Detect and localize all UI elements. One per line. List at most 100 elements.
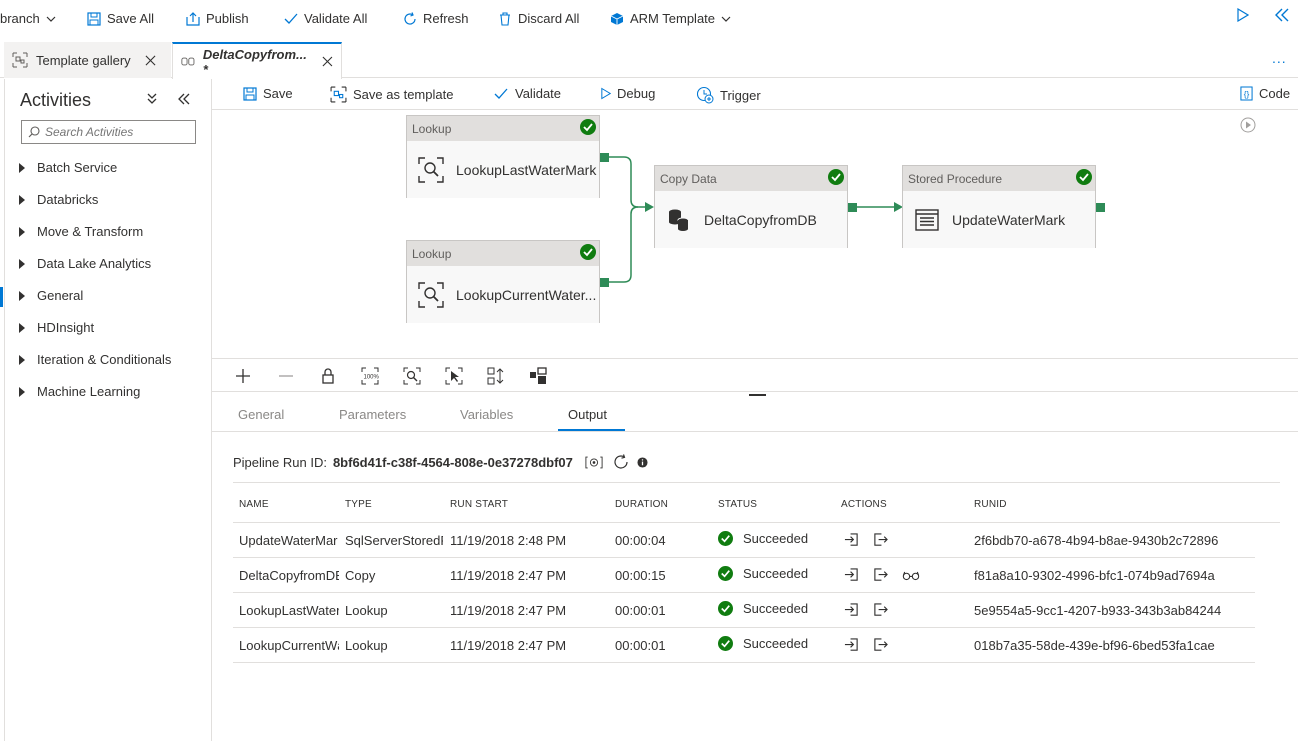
activity-node-stored-procedure[interactable]: Stored Procedure UpdateWaterMark	[902, 165, 1096, 248]
output-icon[interactable]	[873, 567, 888, 582]
refresh-label: Refresh	[423, 11, 469, 26]
validate-all-label: Validate All	[304, 11, 368, 26]
run-circle-icon[interactable]	[1240, 117, 1256, 133]
branch-dropdown[interactable]: branch	[0, 11, 56, 26]
save-all-label: Save All	[107, 11, 154, 26]
layout-icon[interactable]	[529, 367, 547, 385]
table-row[interactable]: DeltaCopyfromDE Copy 11/19/2018 2:47 PM 00:…	[233, 558, 1255, 593]
svg-text:{}: {}	[1244, 89, 1250, 99]
table-row[interactable]: UpdateWaterMar SqlServerStoredP 11/19/2018…	[233, 523, 1255, 558]
success-check-icon	[718, 531, 733, 546]
category-data-lake-analytics[interactable]: Data Lake Analytics	[19, 256, 151, 271]
output-icon[interactable]	[873, 637, 888, 652]
trigger-label: Trigger	[720, 87, 761, 103]
cell-status: Succeeded	[718, 566, 808, 581]
lookup-icon	[418, 281, 444, 308]
zoom-out-icon[interactable]	[277, 367, 295, 385]
canvas-controls: 100%	[212, 358, 1298, 392]
copy-data-icon	[669, 209, 689, 231]
search-input[interactable]	[45, 125, 185, 139]
cell-run-start: 11/19/2018 2:47 PM	[450, 568, 567, 583]
close-icon[interactable]	[145, 55, 156, 66]
publish-button[interactable]: Publish	[186, 11, 249, 26]
search-activities[interactable]	[21, 120, 196, 144]
run-icon[interactable]	[1237, 8, 1249, 22]
column-header: ACTIONS	[841, 499, 887, 510]
node-type-label: Lookup	[412, 246, 452, 261]
top-toolbar: branch Save All Publish Validate All Ref…	[0, 0, 1298, 40]
expand-arrow-icon	[19, 290, 25, 301]
validate-button[interactable]: Validate	[493, 86, 561, 101]
tab-variables[interactable]: Variables	[460, 407, 513, 422]
tab-parameters[interactable]: Parameters	[339, 407, 406, 422]
lock-icon[interactable]	[319, 367, 337, 385]
activity-node-lookup-current[interactable]: Lookup LookupCurrentWater...	[406, 240, 600, 323]
collapse-panel-icon[interactable]	[178, 93, 190, 105]
cell-type: Lookup	[345, 638, 388, 653]
category-general[interactable]: General	[19, 288, 83, 303]
copy-id-icon[interactable]	[585, 456, 603, 469]
auto-align-icon[interactable]	[487, 367, 505, 385]
cell-duration: 00:00:04	[615, 533, 666, 548]
code-button[interactable]: {} Code	[1240, 86, 1290, 101]
debug-button[interactable]: Debug	[601, 86, 655, 101]
tab-output[interactable]: Output	[568, 407, 607, 422]
output-port[interactable]	[600, 278, 609, 287]
zoom-in-icon[interactable]	[234, 367, 252, 385]
template-gallery-icon	[12, 52, 28, 68]
details-glasses-icon[interactable]	[902, 567, 920, 582]
trigger-button[interactable]: Trigger	[696, 86, 761, 104]
category-label: Batch Service	[37, 160, 118, 175]
output-port[interactable]	[848, 203, 857, 212]
refresh-button[interactable]: Refresh	[403, 11, 469, 26]
category-batch-service[interactable]: Batch Service	[19, 160, 117, 175]
info-icon[interactable]	[637, 456, 648, 468]
zoom-100-icon[interactable]: 100%	[361, 367, 379, 385]
category-move-transform[interactable]: Move & Transform	[19, 224, 143, 239]
close-icon[interactable]	[322, 56, 333, 67]
tabs-divider	[212, 431, 1298, 432]
input-icon[interactable]	[844, 602, 859, 617]
table-row[interactable]: LookupLastWater Lookup 11/19/2018 2:47 PM 0…	[233, 593, 1255, 628]
input-icon[interactable]	[844, 637, 859, 652]
output-icon[interactable]	[873, 602, 888, 617]
table-row[interactable]: LookupCurrentWá Lookup 11/19/2018 2:47 PM 0…	[233, 628, 1255, 663]
tab-general[interactable]: General	[238, 407, 284, 422]
save-as-template-button[interactable]: Save as template	[330, 86, 453, 103]
resize-handle[interactable]	[749, 394, 766, 396]
output-port[interactable]	[1096, 203, 1105, 212]
discard-all-button[interactable]: Discard All	[498, 11, 579, 26]
save-as-template-label: Save as template	[353, 87, 454, 102]
refresh-icon[interactable]	[613, 454, 629, 470]
category-label: General	[37, 288, 84, 303]
arm-template-dropdown[interactable]: ARM Template	[610, 11, 731, 26]
cell-run-id: f81a8a10-9302-4996-bfc1-074b9ad7694a	[974, 568, 1215, 583]
category-hdinsight[interactable]: HDInsight	[19, 320, 94, 335]
arm-template-label: ARM Template	[630, 11, 716, 26]
refresh-icon	[404, 11, 416, 25]
cell-type: SqlServerStoredP	[345, 533, 443, 548]
collapse-double-chevron-icon[interactable]	[1275, 8, 1289, 22]
tab-pipeline[interactable]: DeltaCopyfrom... *	[172, 42, 342, 79]
input-icon[interactable]	[844, 567, 859, 582]
cell-status: Succeeded	[718, 531, 808, 546]
category-iteration-conditionals[interactable]: Iteration & Conditionals	[19, 352, 171, 367]
save-button[interactable]: Save	[243, 86, 293, 101]
save-all-button[interactable]: Save All	[87, 11, 154, 26]
category-machine-learning[interactable]: Machine Learning	[19, 384, 140, 399]
more-options-icon[interactable]: ...	[1272, 50, 1287, 66]
input-icon[interactable]	[844, 532, 859, 547]
expand-arrow-icon	[19, 322, 25, 333]
output-icon[interactable]	[873, 532, 888, 547]
collapse-all-icon[interactable]	[147, 93, 157, 105]
cell-status: Succeeded	[718, 636, 808, 651]
activity-node-copy-data[interactable]: Copy Data DeltaCopyfromDB	[654, 165, 848, 248]
zoom-to-fit-icon[interactable]	[403, 367, 421, 385]
validate-all-button[interactable]: Validate All	[284, 11, 367, 26]
tab-template-gallery[interactable]: Template gallery	[4, 42, 171, 78]
select-icon[interactable]	[445, 367, 463, 385]
category-databricks[interactable]: Databricks	[19, 192, 98, 207]
success-check-icon	[580, 119, 596, 135]
activity-node-lookup-last[interactable]: Lookup LookupLastWaterMark	[406, 115, 600, 198]
output-port[interactable]	[600, 153, 609, 162]
